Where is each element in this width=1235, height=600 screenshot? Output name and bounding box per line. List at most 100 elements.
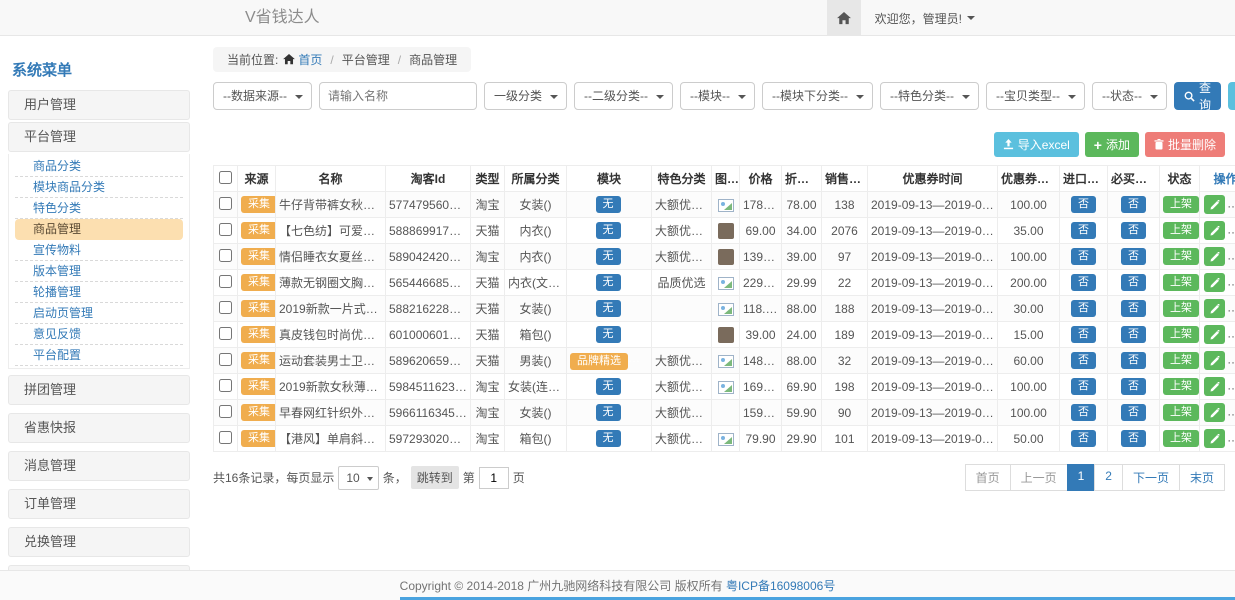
discount-price: 88.00 bbox=[782, 296, 822, 322]
row-checkbox[interactable] bbox=[219, 249, 232, 262]
import-select-toggle[interactable]: 否 bbox=[1071, 430, 1096, 446]
row-checkbox[interactable] bbox=[219, 223, 232, 236]
product-name: 2019新款一片式系... bbox=[276, 296, 386, 322]
must-buy-toggle[interactable]: 否 bbox=[1121, 300, 1146, 316]
row-checkbox[interactable] bbox=[219, 197, 232, 210]
page-button[interactable]: 末页 bbox=[1179, 464, 1225, 491]
sidebar-item[interactable]: 拼团管理 bbox=[8, 375, 190, 405]
edit-button[interactable] bbox=[1204, 299, 1225, 318]
import-select-toggle[interactable]: 否 bbox=[1071, 404, 1096, 420]
import-select-toggle[interactable]: 否 bbox=[1071, 248, 1096, 264]
price: 178.00 bbox=[740, 192, 782, 218]
sidebar-item[interactable]: 兑换管理 bbox=[8, 527, 190, 557]
sidebar-submenu-item[interactable]: 意见反馈 bbox=[15, 324, 183, 345]
page-number-input[interactable] bbox=[479, 467, 509, 489]
search-button[interactable]: 查询 bbox=[1174, 82, 1221, 110]
sidebar-submenu-item[interactable]: 轮播管理 bbox=[15, 282, 183, 303]
edit-button[interactable] bbox=[1204, 247, 1225, 266]
jump-to-button[interactable]: 跳转到 bbox=[411, 466, 459, 489]
must-buy-toggle[interactable]: 否 bbox=[1121, 248, 1146, 264]
page-size-select[interactable]: 10 bbox=[338, 466, 378, 490]
status-toggle[interactable]: 上架 bbox=[1163, 222, 1199, 238]
submenu-item-label: 平台配置 bbox=[33, 348, 81, 362]
import-select-toggle[interactable]: 否 bbox=[1071, 352, 1096, 368]
user-menu[interactable]: 欢迎您，管理员! bbox=[875, 10, 975, 27]
select-all-checkbox[interactable] bbox=[219, 171, 232, 184]
must-buy-toggle[interactable]: 否 bbox=[1121, 352, 1146, 368]
status-toggle[interactable]: 上架 bbox=[1163, 248, 1199, 264]
filter-select[interactable]: 一级分类 bbox=[484, 82, 567, 110]
status-toggle[interactable]: 上架 bbox=[1163, 274, 1199, 290]
sidebar-submenu-item[interactable]: 商品管理 bbox=[15, 219, 183, 240]
status-toggle[interactable]: 上架 bbox=[1163, 430, 1199, 446]
sidebar-submenu-item[interactable]: 模块商品分类 bbox=[15, 177, 183, 198]
sidebar-submenu-item[interactable]: 商品分类 bbox=[15, 156, 183, 177]
page-button[interactable]: 下一页 bbox=[1122, 464, 1180, 491]
sidebar-submenu-item[interactable]: 宣传物料 bbox=[15, 240, 183, 261]
edit-button[interactable] bbox=[1204, 351, 1225, 370]
breadcrumb-home-link[interactable]: 首页 bbox=[283, 51, 322, 68]
sidebar-item[interactable]: 省惠快报 bbox=[8, 413, 190, 443]
row-checkbox[interactable] bbox=[219, 327, 232, 340]
row-checkbox[interactable] bbox=[219, 379, 232, 392]
sidebar-submenu-item[interactable]: 启动页管理 bbox=[15, 303, 183, 324]
edit-button[interactable] bbox=[1204, 221, 1225, 240]
status-toggle[interactable]: 上架 bbox=[1163, 352, 1199, 368]
must-buy-toggle[interactable]: 否 bbox=[1121, 404, 1146, 420]
must-buy-toggle[interactable]: 否 bbox=[1121, 378, 1146, 394]
row-checkbox[interactable] bbox=[219, 301, 232, 314]
edit-button[interactable] bbox=[1204, 195, 1225, 214]
sidebar-submenu-item[interactable]: 特色分类 bbox=[15, 198, 183, 219]
home-button[interactable] bbox=[827, 0, 861, 36]
import-select-toggle[interactable]: 否 bbox=[1071, 300, 1096, 316]
edit-button[interactable] bbox=[1204, 273, 1225, 292]
filter-data-source-select[interactable]: --数据来源-- bbox=[213, 82, 312, 110]
must-buy-toggle[interactable]: 否 bbox=[1121, 430, 1146, 446]
row-checkbox[interactable] bbox=[219, 405, 232, 418]
status-toggle[interactable]: 上架 bbox=[1163, 326, 1199, 342]
import-select-toggle[interactable]: 否 bbox=[1071, 196, 1096, 212]
reset-button[interactable]: 重置 bbox=[1228, 82, 1235, 110]
status-toggle[interactable]: 上架 bbox=[1163, 196, 1199, 212]
edit-button[interactable] bbox=[1204, 377, 1225, 396]
sidebar-item-platform-management[interactable]: 平台管理 bbox=[8, 122, 190, 152]
import-select-toggle[interactable]: 否 bbox=[1071, 326, 1096, 342]
edit-button[interactable] bbox=[1204, 429, 1225, 448]
import-select-toggle[interactable]: 否 bbox=[1071, 378, 1096, 394]
filter-select[interactable]: --模块-- bbox=[680, 82, 755, 110]
import-select-toggle[interactable]: 否 bbox=[1071, 274, 1096, 290]
row-checkbox[interactable] bbox=[219, 431, 232, 444]
sidebar-item-user-management[interactable]: 用户管理 bbox=[8, 90, 190, 120]
row-checkbox[interactable] bbox=[219, 353, 232, 366]
filter-select[interactable]: --二级分类-- bbox=[574, 82, 673, 110]
name-search-input[interactable] bbox=[319, 82, 477, 110]
page-button[interactable]: 首页 bbox=[965, 464, 1011, 491]
sidebar-item[interactable]: 消息管理 bbox=[8, 451, 190, 481]
status-toggle[interactable]: 上架 bbox=[1163, 404, 1199, 420]
filter-select[interactable]: --模块下分类-- bbox=[762, 82, 873, 110]
import-excel-button[interactable]: 导入excel bbox=[994, 132, 1079, 157]
filter-select[interactable]: --状态-- bbox=[1092, 82, 1167, 110]
page-button[interactable]: 1 bbox=[1067, 464, 1096, 491]
sales-count: 22 bbox=[822, 270, 868, 296]
must-buy-toggle[interactable]: 否 bbox=[1121, 326, 1146, 342]
edit-button[interactable] bbox=[1204, 403, 1225, 422]
status-toggle[interactable]: 上架 bbox=[1163, 378, 1199, 394]
must-buy-toggle[interactable]: 否 bbox=[1121, 196, 1146, 212]
import-select-toggle[interactable]: 否 bbox=[1071, 222, 1096, 238]
must-buy-toggle[interactable]: 否 bbox=[1121, 222, 1146, 238]
filter-select[interactable]: --特色分类-- bbox=[880, 82, 979, 110]
add-button[interactable]: 添加 bbox=[1085, 132, 1139, 157]
sidebar-submenu-item[interactable]: 平台配置 bbox=[15, 345, 183, 366]
sidebar-item[interactable]: 订单管理 bbox=[8, 489, 190, 519]
icp-link[interactable]: 粤ICP备16098006号 bbox=[726, 577, 835, 594]
status-toggle[interactable]: 上架 bbox=[1163, 300, 1199, 316]
bulk-delete-button[interactable]: 批量删除 bbox=[1145, 132, 1225, 157]
must-buy-toggle[interactable]: 否 bbox=[1121, 274, 1146, 290]
sidebar-submenu-item[interactable]: 版本管理 bbox=[15, 261, 183, 282]
filter-select[interactable]: --宝贝类型-- bbox=[986, 82, 1085, 110]
row-checkbox[interactable] bbox=[219, 275, 232, 288]
edit-button[interactable] bbox=[1204, 325, 1225, 344]
page-button[interactable]: 上一页 bbox=[1010, 464, 1068, 491]
page-button[interactable]: 2 bbox=[1094, 464, 1123, 491]
